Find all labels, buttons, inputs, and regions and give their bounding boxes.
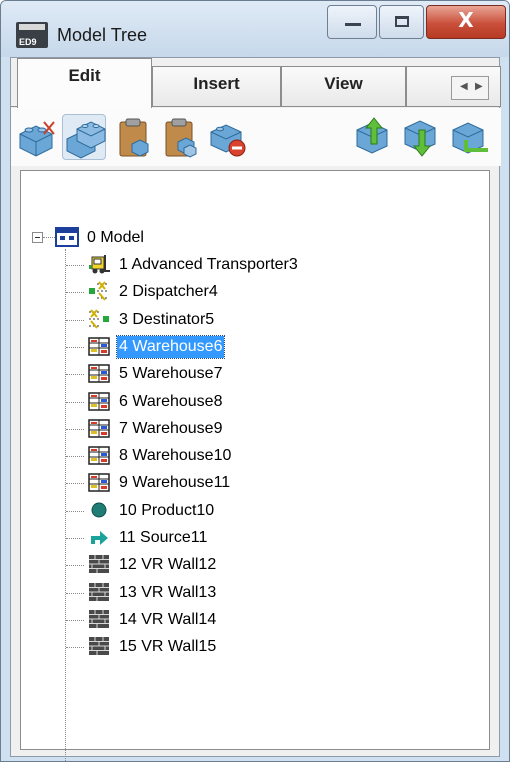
paste-icon [119,118,149,157]
wall-icon [89,610,109,628]
tree-item[interactable]: 12 VR Wall12 [87,553,427,577]
move-into-icon [452,122,488,154]
tree-item-label: 3 Destinator5 [119,311,215,328]
tree-item-label: 8 Warehouse10 [119,447,232,464]
minimize-icon [345,23,361,26]
model-tree-window: ED9 Model Tree X Edit Insert View ◀ ▶ 0 … [0,0,510,762]
collapse-toggle[interactable] [32,232,43,243]
tab-insert[interactable]: Insert [152,66,281,106]
tree-item-label: 6 Warehouse8 [119,393,223,410]
tree-item[interactable]: 3 Destinator5 [87,308,427,332]
tree-item[interactable]: 6 Warehouse8 [87,390,427,414]
wall-icon [89,555,109,573]
paste-button[interactable] [110,114,154,160]
destinator-icon [89,309,109,329]
warehouse-icon [88,473,110,492]
warehouse-icon [88,446,110,465]
tab-scroller[interactable]: ◀ ▶ [451,76,489,100]
delete-atom-button[interactable] [206,114,250,160]
tree-item-label: 13 VR Wall13 [119,584,217,601]
tree-item[interactable]: 9 Warehouse11 [87,471,427,495]
tree-item-label: 4 Warehouse6 [115,335,226,359]
title-bar[interactable]: ED9 Model Tree X [1,1,509,57]
tree-item-label: 5 Warehouse7 [119,365,223,382]
tree-item-label: 9 Warehouse11 [119,474,231,491]
atom-delete-icon [210,124,246,157]
warehouse-icon [88,337,110,356]
toolbar [11,108,501,166]
dispatcher-icon [89,281,107,301]
tree-item[interactable]: 1 Advanced Transporter3 [87,253,427,277]
maximize-button[interactable] [379,5,424,39]
move-up-icon [356,117,388,154]
tree-item[interactable]: 11 Source11 [87,526,427,550]
paste-special-icon [165,118,197,158]
close-button[interactable]: X [426,5,506,39]
source-arrow-icon [91,531,108,545]
cut-atom-button[interactable] [14,114,58,160]
tree-item[interactable]: 5 Warehouse7 [87,362,427,386]
minimize-button[interactable] [327,5,377,39]
tree-item[interactable]: 4 Warehouse6 [87,335,427,359]
tree-item[interactable]: 14 VR Wall14 [87,608,427,632]
app-icon-text: ED9 [19,37,37,47]
tree-item-label: 10 Product10 [119,502,215,519]
tab-edit[interactable]: Edit [17,58,152,108]
move-down-button[interactable] [400,114,444,160]
tree-item-label: 14 VR Wall14 [119,611,217,628]
atom-cut-icon [19,121,55,157]
tree-item-label: 11 Source11 [119,529,208,546]
warehouse-icon [88,419,110,438]
app-icon: ED9 [16,22,48,48]
model-icon [55,227,79,247]
tree-root-label: 0 Model [87,229,144,246]
move-up-button[interactable] [352,114,396,160]
tab-view[interactable]: View [281,66,406,106]
forklift-icon [89,255,110,274]
tree-item-label: 15 VR Wall15 [119,638,217,655]
wall-icon [89,583,109,601]
scroll-left-icon[interactable]: ◀ [460,81,468,92]
tree-item[interactable]: 8 Warehouse10 [87,444,427,468]
window-title: Model Tree [57,25,148,45]
model-tree[interactable]: 0 Model 1 Advanced Transporter3 2 Dispatc… [20,170,490,761]
tree-item-label: 1 Advanced Transporter3 [119,256,298,273]
tree-root-model[interactable]: 0 Model [55,226,355,250]
product-icon [91,502,107,518]
tree-item[interactable]: 2 Dispatcher4 [87,280,427,304]
close-icon: X [458,8,474,32]
tree-item-label: 7 Warehouse9 [119,420,223,437]
tree-item[interactable]: 10 Product10 [87,499,427,523]
move-into-button[interactable] [448,114,492,160]
paste-special-button[interactable] [158,114,202,160]
tree-item[interactable]: 15 VR Wall15 [87,635,427,659]
tree-item[interactable]: 13 VR Wall13 [87,581,427,605]
copy-atom-button[interactable] [62,114,106,160]
warehouse-icon [88,364,110,383]
tree-item[interactable]: 7 Warehouse9 [87,417,427,441]
move-down-icon [404,120,436,157]
panel-frame: Edit Insert View ◀ ▶ 0 Model 1 Advanced … [10,57,501,761]
maximize-icon [395,16,409,27]
wall-icon [89,637,109,655]
scroll-right-icon[interactable]: ▶ [475,81,483,92]
tree-item-label: 12 VR Wall12 [119,556,217,573]
atom-copy-icon [66,121,106,159]
tree-item-label: 2 Dispatcher4 [119,283,218,300]
warehouse-icon [88,392,110,411]
